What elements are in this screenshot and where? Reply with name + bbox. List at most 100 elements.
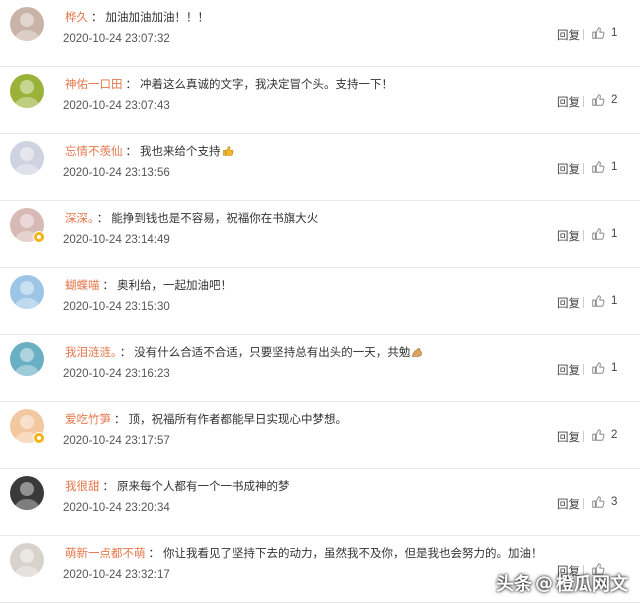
separator: ：: [148, 546, 161, 560]
comment-text: 能挣到钱也是不容易，祝福你在书旗大火: [111, 211, 319, 225]
comment-text: 冲着这么真诚的文字，我决定冒个头。支持一下！: [140, 77, 393, 91]
comment-item: 爱吃竹笋：顶，祝福所有作者都能早日实现心中梦想。 2020-10-24 23:1…: [0, 402, 640, 469]
comment-line: 神佑一口田：冲着这么真诚的文字，我决定冒个头。支持一下！: [65, 76, 393, 92]
timestamp: 2020-10-24 23:17:57: [63, 435, 170, 447]
like-count: 3: [611, 496, 618, 508]
like-button[interactable]: 2: [591, 93, 617, 107]
avatar[interactable]: [10, 74, 44, 108]
comment-text: 我也来给个支持: [140, 144, 221, 158]
divider: [583, 163, 584, 174]
comment-item: 神佑一口田：冲着这么真诚的文字，我决定冒个头。支持一下！ 2020-10-24 …: [0, 67, 640, 134]
thumbs-up-icon: [591, 227, 605, 241]
reply-button[interactable]: 回复: [557, 27, 580, 43]
thumbs-up-icon: [591, 428, 605, 442]
reply-button[interactable]: 回复: [557, 362, 580, 378]
username-link[interactable]: 爱吃竹笋: [65, 412, 111, 426]
comment-text: 加油加油加油！！！: [105, 10, 210, 24]
comment-line: 萌新一点都不萌：你让我看见了坚持下去的动力，虽然我不及你，但是我也会努力的。加油…: [65, 545, 543, 561]
divider: [583, 96, 584, 107]
avatar-head: [20, 549, 34, 563]
avatar[interactable]: [10, 476, 44, 510]
comment-text: 你让我看见了坚持下去的动力，虽然我不及你，但是我也会努力的。加油！: [163, 546, 543, 560]
separator: ：: [102, 479, 115, 493]
reply-button[interactable]: 回复: [557, 429, 580, 445]
vip-badge-icon: [33, 432, 45, 444]
like-button[interactable]: 3: [591, 495, 617, 509]
username-link[interactable]: 深深。: [65, 211, 94, 225]
thumbs-up-emoji-icon: [222, 146, 233, 156]
at-sign: @: [535, 572, 553, 594]
thumbs-up-icon: [591, 160, 605, 174]
username-link[interactable]: 桦久: [65, 10, 88, 24]
comment-item: 蝴蝶喵：奥利给，一起加油吧！ 2020-10-24 23:15:30 回复 1: [0, 268, 640, 335]
separator: ：: [114, 412, 126, 426]
avatar-head: [20, 482, 34, 496]
reply-button[interactable]: 回复: [557, 228, 580, 244]
comment-line: 深深。：能挣到钱也是不容易，祝福你在书旗大火: [65, 210, 318, 226]
avatar[interactable]: [10, 7, 44, 41]
watermark-author: 橙瓜网文: [556, 574, 628, 595]
avatar[interactable]: [10, 342, 44, 376]
like-button[interactable]: 1: [591, 227, 617, 241]
like-count: 1: [611, 295, 618, 307]
muscle-emoji-icon: [412, 348, 423, 357]
timestamp: 2020-10-24 23:07:32: [63, 33, 170, 45]
timestamp: 2020-10-24 23:16:23: [63, 368, 170, 380]
username-link[interactable]: 忘情不羡仙: [65, 144, 123, 158]
separator: ：: [125, 77, 138, 91]
comment-line: 我很甜：原来每个人都有一个一书成神的梦: [65, 478, 290, 494]
like-count: 2: [611, 429, 618, 441]
thumbs-up-icon: [591, 361, 605, 375]
timestamp: 2020-10-24 23:15:30: [63, 301, 170, 313]
timestamp: 2020-10-24 23:14:49: [63, 234, 170, 246]
username-link[interactable]: 神佑一口田: [65, 77, 123, 91]
divider: [583, 498, 584, 509]
divider: [583, 230, 584, 241]
like-button[interactable]: 2: [591, 428, 617, 442]
username-link[interactable]: 蝴蝶喵: [65, 278, 100, 292]
comment-line: 忘情不羡仙：我也来给个支持: [65, 143, 234, 159]
reply-button[interactable]: 回复: [557, 94, 580, 110]
reply-button[interactable]: 回复: [557, 496, 580, 512]
like-button[interactable]: 1: [591, 361, 617, 375]
avatar-head: [20, 13, 34, 27]
comment-line: 爱吃竹笋：顶，祝福所有作者都能早日实现心中梦想。: [65, 411, 347, 427]
comment-item: 深深。：能挣到钱也是不容易，祝福你在书旗大火 2020-10-24 23:14:…: [0, 201, 640, 268]
avatar-head: [20, 147, 34, 161]
comment-line: 桦久：加油加油加油！！！: [65, 9, 209, 25]
timestamp: 2020-10-24 23:07:43: [63, 100, 170, 112]
thumbs-up-icon: [591, 495, 605, 509]
divider: [583, 297, 584, 308]
separator: ：: [91, 10, 103, 24]
comment-text: 奥利给，一起加油吧！: [117, 278, 232, 292]
watermark: 头条 @ 橙瓜网文: [496, 570, 628, 596]
comment-text: 顶，祝福所有作者都能早日实现心中梦想。: [128, 412, 348, 426]
avatar[interactable]: [10, 141, 44, 175]
username-link[interactable]: 我很甜: [65, 479, 100, 493]
like-button[interactable]: 1: [591, 294, 617, 308]
separator: ：: [96, 211, 109, 225]
username-link[interactable]: 我泪涟涟。: [65, 345, 117, 359]
timestamp: 2020-10-24 23:13:56: [63, 167, 170, 179]
avatar[interactable]: [10, 543, 44, 577]
avatar-head: [20, 415, 34, 429]
username-link[interactable]: 萌新一点都不萌: [65, 546, 146, 560]
avatar[interactable]: [10, 275, 44, 309]
like-button[interactable]: 1: [591, 26, 617, 40]
timestamp: 2020-10-24 23:20:34: [63, 502, 170, 514]
reply-button[interactable]: 回复: [557, 295, 580, 311]
comment-item: 我很甜：原来每个人都有一个一书成神的梦 2020-10-24 23:20:34 …: [0, 469, 640, 536]
comment-list: 桦久：加油加油加油！！！ 2020-10-24 23:07:32 回复 1 神佑…: [0, 0, 640, 603]
comment-item: 桦久：加油加油加油！！！ 2020-10-24 23:07:32 回复 1: [0, 0, 640, 67]
divider: [583, 29, 584, 40]
timestamp: 2020-10-24 23:32:17: [63, 569, 170, 581]
comment-text: 原来每个人都有一个一书成神的梦: [117, 479, 290, 493]
separator: ：: [102, 278, 115, 292]
thumbs-up-icon: [591, 93, 605, 107]
reply-button[interactable]: 回复: [557, 161, 580, 177]
separator: ：: [119, 345, 132, 359]
comment-line: 我泪涟涟。：没有什么合适不合适，只要坚持总有出头的一天，共勉: [65, 344, 423, 360]
avatar-head: [20, 80, 34, 94]
divider: [583, 431, 584, 442]
like-button[interactable]: 1: [591, 160, 617, 174]
